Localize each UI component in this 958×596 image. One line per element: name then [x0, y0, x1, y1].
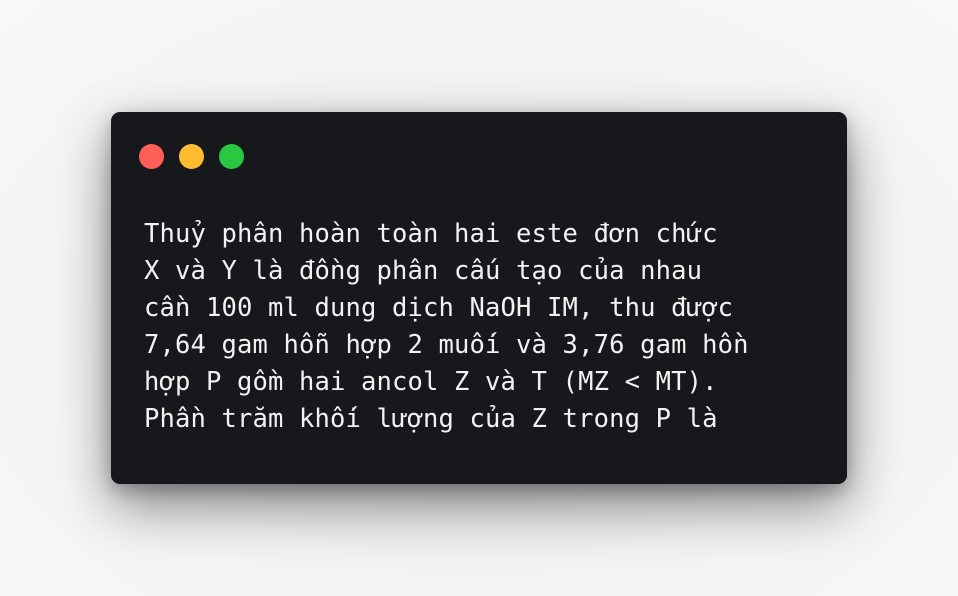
- code-window: Thuỷ phân hoàn toàn hai este đơn chức X v…: [111, 112, 847, 484]
- code-line: Thuỷ phân hoàn toàn hai este đơn chức: [144, 219, 718, 249]
- code-line: hợp P gồm hai ancol Z và T (MZ < MT).: [144, 367, 718, 397]
- close-button[interactable]: [139, 144, 164, 169]
- minimize-button[interactable]: [179, 144, 204, 169]
- code-line: cần 100 ml dung dịch NaOH IM, thu được: [144, 293, 734, 323]
- code-line: 7,64 gam hỗn hợp 2 muối và 3,76 gam hồn: [144, 330, 749, 360]
- code-line: X và Y là đồng phân cấu tạo của nhau: [144, 256, 703, 286]
- code-block: Thuỷ phân hoàn toàn hai este đơn chức X v…: [144, 216, 749, 438]
- code-line: Phần trăm khối lượng của Z trong P là: [144, 404, 718, 434]
- window-controls: [139, 144, 244, 169]
- zoom-button[interactable]: [219, 144, 244, 169]
